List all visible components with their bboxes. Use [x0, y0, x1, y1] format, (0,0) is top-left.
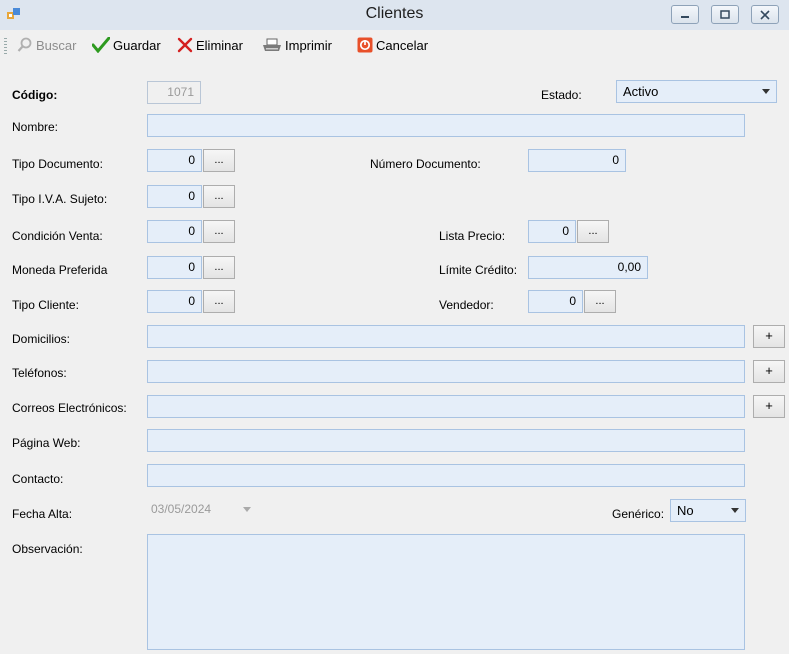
- imprimir-button[interactable]: Imprimir: [262, 36, 332, 54]
- vendedor-input[interactable]: 0: [528, 290, 583, 313]
- buscar-button[interactable]: Buscar: [17, 36, 76, 54]
- title-bar[interactable]: Clientes: [0, 0, 789, 31]
- add-correo-button[interactable]: +: [753, 395, 785, 418]
- toolbar-grip[interactable]: [4, 38, 7, 54]
- pagina-web-label: Página Web:: [12, 436, 81, 450]
- telefonos-label: Teléfonos:: [12, 366, 67, 380]
- estado-value: Activo: [623, 84, 659, 99]
- lista-precio-lookup-button[interactable]: ...: [577, 220, 609, 243]
- condicion-venta-input[interactable]: 0: [147, 220, 202, 243]
- cancelar-button[interactable]: Cancelar: [357, 36, 428, 54]
- cancel-icon: [357, 37, 373, 53]
- tipo-cliente-lookup-button[interactable]: ...: [203, 290, 235, 313]
- moneda-preferida-input[interactable]: 0: [147, 256, 202, 279]
- tipo-cliente-label: Tipo Cliente:: [12, 298, 79, 312]
- fecha-alta-value: 03/05/2024: [151, 502, 212, 516]
- imprimir-label: Imprimir: [285, 37, 332, 53]
- close-button[interactable]: [751, 5, 779, 24]
- codigo-field: 1071: [147, 81, 201, 104]
- nombre-input[interactable]: [147, 114, 745, 137]
- eliminar-label: Eliminar: [196, 37, 243, 53]
- minimize-button[interactable]: [671, 5, 699, 24]
- search-icon: [17, 37, 32, 52]
- tipo-iva-lookup-button[interactable]: ...: [203, 185, 235, 208]
- lista-precio-label: Lista Precio:: [439, 229, 506, 243]
- tipo-documento-input[interactable]: 0: [147, 149, 202, 172]
- moneda-preferida-lookup-button[interactable]: ...: [203, 256, 235, 279]
- tipo-documento-label: Tipo Documento:: [12, 157, 103, 171]
- chevron-down-icon: [731, 508, 739, 513]
- chevron-down-icon: [762, 89, 770, 94]
- chevron-down-icon: [243, 507, 251, 512]
- tipo-iva-label: Tipo I.V.A. Sujeto:: [12, 192, 108, 206]
- codigo-label: Código:: [12, 88, 58, 102]
- close-icon: [760, 10, 770, 20]
- telefonos-input[interactable]: [147, 360, 745, 383]
- generico-label: Genérico:: [612, 507, 665, 521]
- numero-documento-input[interactable]: 0: [528, 149, 626, 172]
- contacto-input[interactable]: [147, 464, 745, 487]
- vendedor-label: Vendedor:: [439, 298, 494, 312]
- minimize-icon: [681, 16, 689, 18]
- maximize-button[interactable]: [711, 5, 739, 24]
- observacion-textarea[interactable]: [147, 534, 745, 650]
- fecha-alta-label: Fecha Alta:: [12, 507, 73, 521]
- add-domicilio-button[interactable]: +: [753, 325, 785, 348]
- generico-select[interactable]: No: [670, 499, 746, 522]
- fecha-alta-datepicker: 03/05/2024: [147, 499, 257, 522]
- moneda-preferida-label: Moneda Preferida: [12, 263, 108, 277]
- maximize-icon: [720, 10, 730, 19]
- numero-documento-label: Número Documento:: [370, 157, 481, 171]
- lista-precio-input[interactable]: 0: [528, 220, 576, 243]
- cancelar-label: Cancelar: [376, 37, 429, 53]
- vendedor-lookup-button[interactable]: ...: [584, 290, 616, 313]
- observacion-label: Observación:: [12, 542, 83, 556]
- estado-select[interactable]: Activo: [616, 80, 777, 103]
- generico-value: No: [677, 503, 694, 518]
- estado-label: Estado:: [541, 88, 582, 102]
- limite-credito-input[interactable]: 0,00: [528, 256, 648, 279]
- contacto-label: Contacto:: [12, 472, 64, 486]
- toolbar: Buscar Guardar Eliminar Imprimir Cancela…: [0, 30, 789, 60]
- checkmark-icon: [92, 37, 110, 53]
- tipo-cliente-input[interactable]: 0: [147, 290, 202, 313]
- buscar-label: Buscar: [36, 37, 77, 53]
- condicion-venta-label: Condición Venta:: [12, 229, 103, 243]
- eliminar-button[interactable]: Eliminar: [177, 36, 243, 54]
- x-delete-icon: [177, 37, 193, 53]
- correos-label: Correos Electrónicos:: [12, 401, 127, 415]
- tipo-iva-input[interactable]: 0: [147, 185, 202, 208]
- domicilios-input[interactable]: [147, 325, 745, 348]
- nombre-label: Nombre:: [12, 120, 59, 134]
- guardar-label: Guardar: [113, 37, 161, 53]
- printer-icon: [263, 38, 281, 51]
- domicilios-label: Domicilios:: [12, 332, 71, 346]
- limite-credito-label: Límite Crédito:: [439, 263, 518, 277]
- condicion-venta-lookup-button[interactable]: ...: [203, 220, 235, 243]
- pagina-web-input[interactable]: [147, 429, 745, 452]
- tipo-documento-lookup-button[interactable]: ...: [203, 149, 235, 172]
- add-telefono-button[interactable]: +: [753, 360, 785, 383]
- guardar-button[interactable]: Guardar: [92, 36, 161, 54]
- correos-input[interactable]: [147, 395, 745, 418]
